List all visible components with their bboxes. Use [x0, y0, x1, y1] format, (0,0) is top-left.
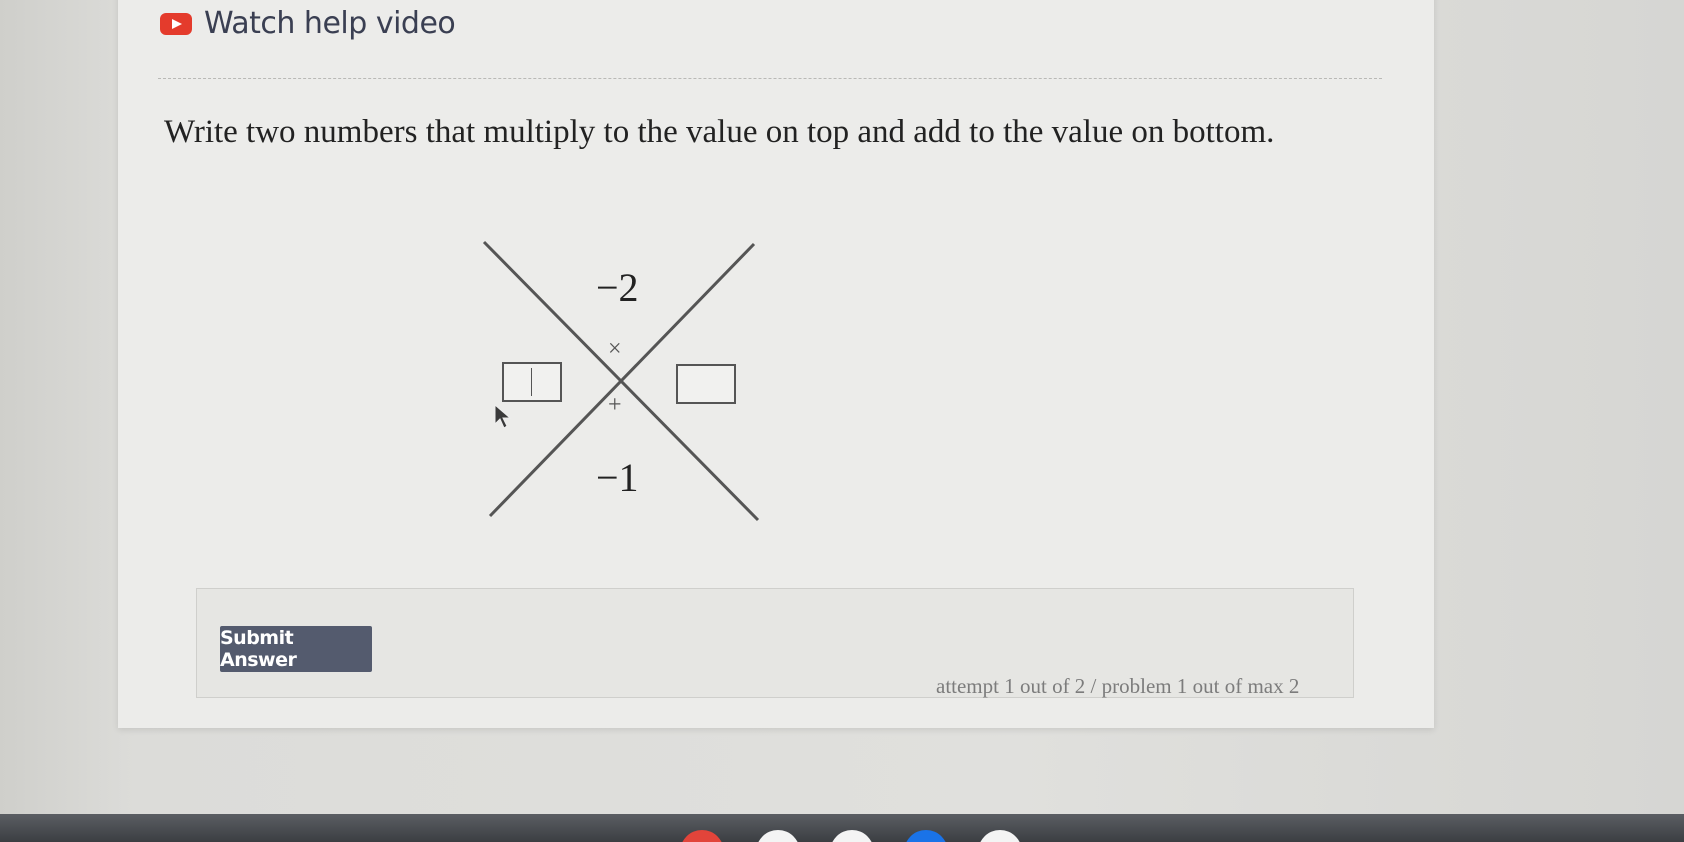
x-factor-diagram: −2 × + −1: [480, 232, 780, 532]
times-symbol: ×: [608, 336, 622, 362]
attempt-status: attempt 1 out of 2 / problem 1 out of ma…: [936, 674, 1300, 698]
question-text: Write two numbers that multiply to the v…: [164, 114, 1275, 150]
help-link-label: Watch help video: [204, 6, 456, 41]
left-answer-input[interactable]: [502, 362, 562, 402]
bottom-value: −1: [596, 455, 639, 500]
watch-help-video-link[interactable]: Watch help video: [160, 6, 456, 41]
text-caret: [531, 368, 532, 396]
right-answer-input[interactable]: [676, 364, 736, 404]
screen: Watch help video Write two numbers that …: [0, 0, 1684, 842]
mouse-pointer-icon: [494, 404, 512, 429]
plus-symbol: +: [608, 392, 622, 418]
top-value: −2: [596, 265, 639, 310]
divider: [158, 78, 1382, 79]
submit-answer-button[interactable]: Submit Answer: [220, 626, 372, 672]
youtube-play-icon: [160, 12, 192, 35]
